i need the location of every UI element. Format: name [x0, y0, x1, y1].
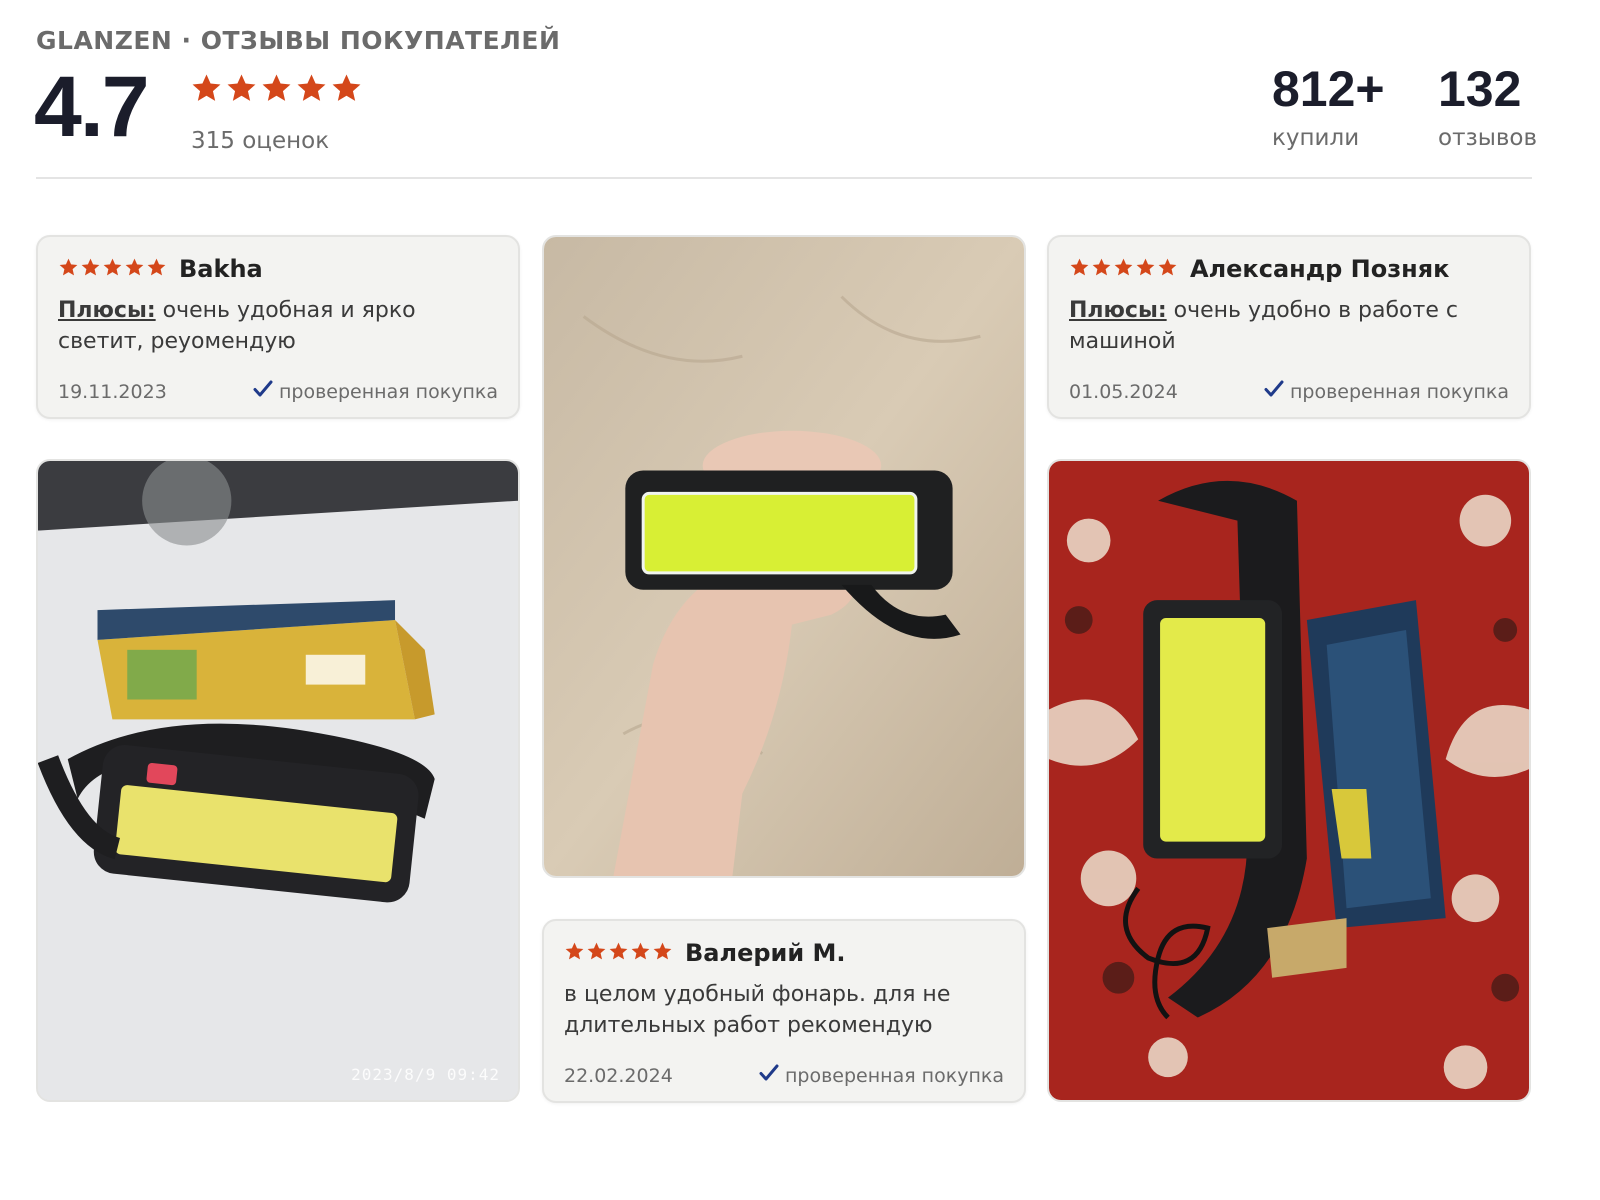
stat-reviews-label: отзывов — [1438, 125, 1538, 151]
star-icon — [652, 941, 673, 966]
star-icon — [124, 257, 145, 282]
review-card[interactable]: Bakha Плюсы: очень удобная и ярко светит… — [36, 235, 520, 419]
photo-timestamp: 2023/8/9 09:42 — [351, 1065, 500, 1084]
stat-reviews-value: 132 — [1438, 61, 1522, 117]
hand-holding-headlamp-photo-icon — [544, 237, 1024, 876]
star-icon — [1069, 257, 1090, 282]
stat-reviews: 132 отзывов — [1438, 61, 1538, 152]
star-icon — [330, 72, 363, 109]
review-author: Александр Позняк — [1190, 255, 1450, 283]
star-icon — [586, 941, 607, 966]
page-title: GLANZEN · ОТЗЫВЫ ПОКУПАТЕЛЕЙ — [36, 26, 561, 55]
verified-badge: проверенная покупка — [759, 1064, 1004, 1087]
review-stars — [58, 257, 167, 282]
star-icon — [1091, 257, 1112, 282]
stat-bought-value: 812+ — [1272, 61, 1385, 117]
review-photo-headlamp-carpet[interactable] — [1047, 459, 1531, 1102]
review-stars — [564, 941, 673, 966]
review-photo-headlamp-box[interactable]: 2023/8/9 09:42 — [36, 459, 520, 1102]
star-icon — [1157, 257, 1178, 282]
verified-label: проверенная покупка — [1289, 380, 1509, 403]
review-card[interactable]: Валерий М. в целом удобный фонарь. для н… — [542, 919, 1026, 1103]
review-card[interactable]: Александр Позняк Плюсы: очень удобно в р… — [1047, 235, 1531, 419]
star-icon — [630, 941, 651, 966]
review-stars — [1069, 257, 1178, 282]
star-icon — [608, 941, 629, 966]
stat-bought: 812+ купили — [1272, 61, 1385, 152]
star-icon — [1113, 257, 1134, 282]
verified-label: проверенная покупка — [784, 1064, 1004, 1087]
verified-badge: проверенная покупка — [253, 380, 498, 403]
review-text: Плюсы: очень удобная и ярко светит, реуо… — [58, 295, 498, 357]
header-divider — [36, 177, 1532, 179]
ratings-count: 315 оценок — [191, 128, 330, 154]
star-icon — [190, 72, 223, 109]
star-icon — [225, 72, 258, 109]
star-icon — [260, 72, 293, 109]
star-icon — [80, 257, 101, 282]
verified-badge: проверенная покупка — [1264, 380, 1509, 403]
review-author: Bakha — [179, 255, 263, 283]
review-text: в целом удобный фонарь. для не длительны… — [564, 979, 1004, 1041]
star-icon — [146, 257, 167, 282]
pros-label: Плюсы: — [58, 298, 156, 323]
review-date: 22.02.2024 — [564, 1064, 673, 1087]
verified-label: проверенная покупка — [278, 380, 498, 403]
check-icon — [253, 380, 273, 403]
headlamp-on-carpet-photo-icon — [1049, 461, 1529, 1100]
review-body: в целом удобный фонарь. для не длительны… — [564, 982, 951, 1038]
review-text: Плюсы: очень удобно в работе с машиной — [1069, 295, 1509, 357]
stat-bought-label: купили — [1272, 125, 1360, 151]
star-icon — [58, 257, 79, 282]
star-icon — [1135, 257, 1156, 282]
headlamp-box-photo-icon — [38, 461, 518, 1100]
star-icon — [295, 72, 328, 109]
review-date: 01.05.2024 — [1069, 380, 1178, 403]
average-rating: 4.7 — [34, 59, 150, 155]
check-icon — [759, 1064, 779, 1087]
review-author: Валерий М. — [685, 939, 846, 967]
check-icon — [1264, 380, 1284, 403]
pros-label: Плюсы: — [1069, 298, 1167, 323]
star-icon — [102, 257, 123, 282]
star-icon — [564, 941, 585, 966]
review-date: 19.11.2023 — [58, 380, 167, 403]
rating-stars — [190, 72, 363, 109]
review-photo-hand-headlamp[interactable] — [542, 235, 1026, 878]
